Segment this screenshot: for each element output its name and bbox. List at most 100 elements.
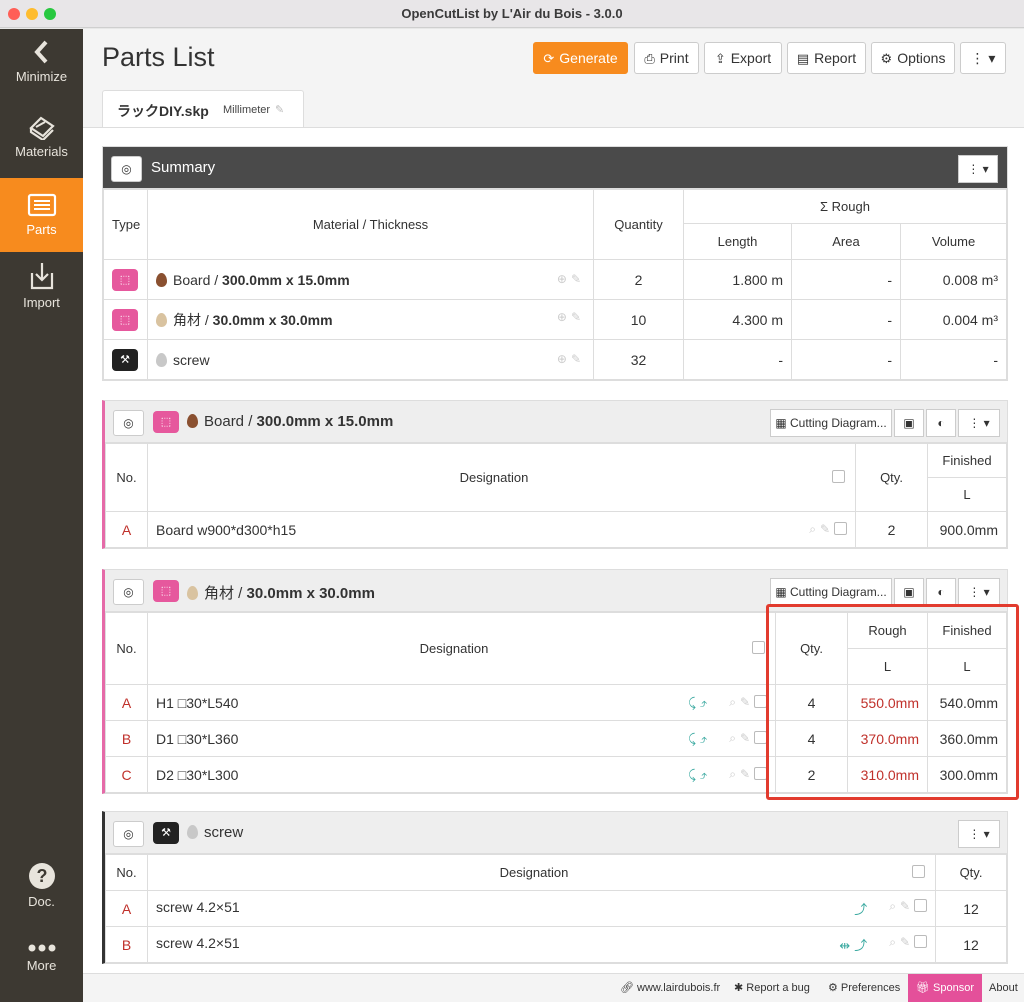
gift-icon: 🎁︎	[916, 982, 934, 994]
refresh-icon: ⟳	[543, 51, 555, 66]
more-menu-button[interactable]: ⋮ ▾	[960, 42, 1006, 74]
eye-slash-icon: ◎	[123, 827, 134, 841]
vertical-dots-icon: ⋮ ▾	[967, 162, 989, 176]
part-checkbox[interactable]	[914, 935, 927, 948]
sidebar-item-label: Minimize	[15, 69, 68, 84]
generate-button[interactable]: ⟳ Generate	[533, 42, 628, 74]
table-row[interactable]: C D2 □30*L300 ⌕✎ ⤹⤴ 2 310.0mm 300.0mm	[105, 756, 1007, 793]
main-content: Parts List ⟳ Generate ⎙ Print ⇪ Export ▤ Rep…	[83, 29, 1024, 973]
minimize-window-button[interactable]	[26, 8, 38, 20]
website-link[interactable]: 🔗︎ www.lairdubois.fr	[620, 974, 720, 1002]
vertical-dots-icon: ⋮ ▾	[968, 416, 990, 430]
table-row[interactable]: ⚒ screw ⊕✎ 32 - - -	[103, 339, 1007, 380]
part-checkbox[interactable]	[834, 521, 847, 535]
row-actions[interactable]: ⌕✎	[809, 521, 847, 537]
group-menu-button[interactable]: ⋮ ▾	[958, 820, 1000, 848]
cutting-diagram-icon: ▦	[775, 585, 790, 599]
row-actions[interactable]: ⌕✎	[729, 766, 767, 782]
report-icon: ▤	[796, 51, 810, 66]
board-type-icon: ⬚	[153, 580, 179, 602]
print-button[interactable]: ⎙ Print	[634, 42, 699, 74]
summary-header: ◎ Summary ⋮ ▾	[103, 147, 1007, 189]
highlight-parts-button[interactable]: ◐	[926, 578, 956, 606]
table-row[interactable]: A screw 4.2×51 ⌕✎ ⤴ 12	[105, 890, 1007, 927]
report-bug-link[interactable]: ✱ Report a bug	[734, 974, 810, 1002]
select-all-checkbox[interactable]	[912, 865, 925, 878]
row-actions[interactable]: ⌕✎	[889, 935, 927, 950]
group-header: ◎ ⚒ screw ⋮ ▾	[105, 812, 1007, 854]
eye-slash-icon: ◎	[123, 416, 134, 430]
sidebar-item-import[interactable]: Import	[0, 261, 83, 335]
hardware-type-icon: ⚒	[153, 822, 179, 844]
header-no: No.	[105, 854, 148, 891]
row-actions[interactable]: ⊕✎	[557, 310, 585, 324]
orientation-icons: ⤹⤴	[688, 694, 712, 710]
file-tab[interactable]: ラックDIY.skp Millimeter ✎	[102, 90, 304, 128]
sidebar-item-minimize[interactable]: Minimize	[0, 39, 83, 113]
highlight-parts-button[interactable]: ◐	[926, 409, 956, 437]
table-row[interactable]: A H1 □30*L540 ⌕✎ ⤹⤴ 4 550.0mm 540.0mm	[105, 684, 1007, 721]
header-designation: Designation	[147, 854, 936, 891]
material-color-drop-icon	[187, 414, 198, 428]
unit-label: Millimeter	[223, 104, 271, 116]
board-type-icon: ⬚	[112, 269, 138, 291]
table-row[interactable]: B screw 4.2×51 ⌕✎ ⇹⤴ 12	[105, 926, 1007, 963]
row-actions[interactable]: ⌕✎	[729, 694, 767, 710]
labels-button[interactable]: ▣	[894, 409, 924, 437]
header-no: No.	[105, 612, 148, 685]
toggle-visibility-button[interactable]: ◎	[111, 156, 142, 182]
sidebar-item-label: Import	[23, 295, 60, 310]
sidebar-item-parts[interactable]: Parts	[0, 178, 83, 252]
part-checkbox[interactable]	[914, 899, 927, 912]
header-finished-length: L	[927, 648, 1007, 685]
hardware-type-icon: ⚒	[112, 349, 138, 371]
header-qty: Qty.	[775, 612, 848, 685]
materials-icon	[28, 116, 55, 140]
group-menu-button[interactable]: ⋮ ▾	[958, 409, 1000, 437]
group-title: Board / 300.0mm x 15.0mm	[187, 413, 393, 430]
header-finished: Finished	[927, 612, 1007, 649]
toggle-visibility-button[interactable]: ◎	[113, 821, 144, 847]
export-button[interactable]: ⇪ Export	[704, 42, 782, 74]
cutting-diagram-button[interactable]: ▦ Cutting Diagram...	[770, 578, 892, 606]
sidebar-item-doc[interactable]: ? Doc.	[0, 862, 83, 936]
zoom-window-button[interactable]	[44, 8, 56, 20]
printer-icon: ⎙	[644, 51, 655, 66]
preferences-link[interactable]: ⚙ Preferences	[828, 974, 900, 1002]
svg-text:?: ?	[36, 866, 47, 886]
sidebar-item-materials[interactable]: Materials	[0, 114, 83, 188]
row-actions[interactable]: ⌕✎	[889, 899, 927, 914]
cutting-diagram-button[interactable]: ▦ Cutting Diagram...	[770, 409, 892, 437]
file-name: ラックDIY.skp	[117, 103, 209, 119]
part-checkbox[interactable]	[754, 694, 767, 708]
table-row[interactable]: B D1 □30*L360 ⌕✎ ⤹⤴ 4 370.0mm 360.0mm	[105, 720, 1007, 757]
part-checkbox[interactable]	[754, 730, 767, 744]
group-menu-button[interactable]: ⋮ ▾	[958, 578, 1000, 606]
table-row[interactable]: ⬚ 角材 / 30.0mm x 30.0mm ⊕✎ 10 4.300 m - 0.…	[103, 299, 1007, 340]
sponsor-button[interactable]: 🎁︎ Sponsor	[908, 974, 983, 1002]
material-color-drop-icon	[156, 272, 167, 287]
material-color-drop-icon	[187, 825, 198, 839]
toggle-visibility-button[interactable]: ◎	[113, 579, 144, 605]
table-row[interactable]: A Board w900*d300*h15 ⌕✎ 2 900.0mm	[105, 511, 1007, 548]
row-actions[interactable]: ⊕✎	[557, 272, 585, 286]
sidebar-item-label: Materials	[15, 144, 68, 159]
row-actions[interactable]: ⊕✎	[557, 352, 585, 366]
table-row[interactable]: ⬚ Board / 300.0mm x 15.0mm ⊕✎ 2 1.800 m -…	[103, 259, 1007, 300]
pencil-icon[interactable]: ✎	[275, 103, 284, 116]
select-all-checkbox[interactable]	[752, 641, 765, 654]
close-window-button[interactable]	[8, 8, 20, 20]
part-checkbox[interactable]	[754, 766, 767, 780]
toggle-visibility-button[interactable]: ◎	[113, 410, 144, 436]
window-title: OpenCutList by L'Air du Bois - 3.0.0	[401, 6, 623, 21]
sidebar-item-more[interactable]: More	[0, 942, 83, 1002]
row-actions[interactable]: ⌕✎	[729, 730, 767, 746]
report-button[interactable]: ▤ Report	[787, 42, 866, 74]
sidebar-item-label: Parts	[26, 222, 57, 237]
summary-menu-button[interactable]: ⋮ ▾	[958, 155, 998, 183]
sidebar-item-label: More	[26, 958, 57, 973]
labels-button[interactable]: ▣	[894, 578, 924, 606]
about-link[interactable]: About	[989, 974, 1018, 1002]
select-all-checkbox[interactable]	[832, 470, 845, 483]
options-button[interactable]: ⚙ Options	[871, 42, 955, 74]
